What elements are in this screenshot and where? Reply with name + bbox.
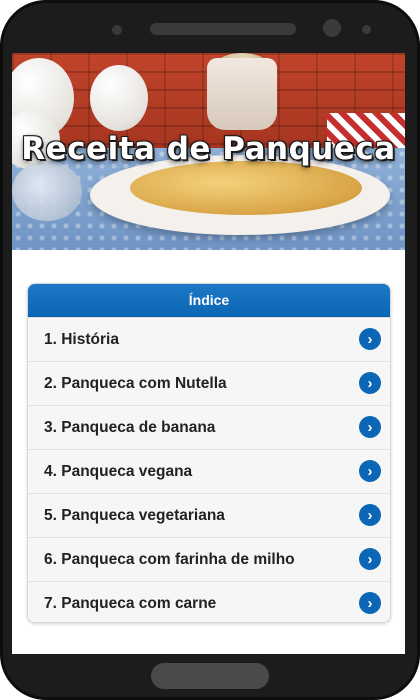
flour-bowl	[12, 161, 82, 221]
index-list: Índice 1. História › 2. Panqueca com Nut…	[27, 283, 391, 623]
pancake-stack	[130, 161, 362, 215]
front-camera	[323, 19, 341, 37]
list-item-label: 1. História	[44, 330, 119, 348]
egg	[90, 65, 148, 131]
list-item-farinha-de-milho[interactable]: 6. Panqueca com farinha de milho ›	[28, 537, 390, 581]
banner-image: Receita de Panqueca	[12, 53, 405, 250]
list-item-historia[interactable]: 1. História ›	[28, 317, 390, 361]
list-item-carne[interactable]: 7. Panqueca com carne ›	[28, 581, 390, 622]
index-header: Índice	[28, 284, 390, 317]
list-item-label: 2. Panqueca com Nutella	[44, 374, 227, 392]
chevron-right-circle-icon: ›	[359, 416, 381, 438]
list-item-nutella[interactable]: 2. Panqueca com Nutella ›	[28, 361, 390, 405]
chevron-right-circle-icon: ›	[359, 592, 381, 614]
home-button[interactable]	[151, 663, 269, 689]
banner-title: Receita de Panqueca	[21, 131, 396, 167]
chevron-right-circle-icon: ›	[359, 548, 381, 570]
chevron-right-circle-icon: ›	[359, 460, 381, 482]
list-item-label: 7. Panqueca com carne	[44, 594, 217, 612]
list-item-label: 6. Panqueca com farinha de milho	[44, 550, 295, 568]
earpiece-speaker	[150, 23, 296, 35]
list-item-label: 5. Panqueca vegetariana	[44, 506, 225, 524]
phone-frame: Receita de Panqueca Índice 1. História ›…	[0, 0, 420, 700]
list-item-banana[interactable]: 3. Panqueca de banana ›	[28, 405, 390, 449]
front-sensor-dot	[112, 25, 122, 35]
app-screen: Receita de Panqueca Índice 1. História ›…	[12, 53, 405, 654]
proximity-sensor	[362, 25, 371, 34]
list-item-vegana[interactable]: 4. Panqueca vegana ›	[28, 449, 390, 493]
chevron-right-circle-icon: ›	[359, 328, 381, 350]
chevron-right-circle-icon: ›	[359, 504, 381, 526]
chevron-right-circle-icon: ›	[359, 372, 381, 394]
list-item-vegetariana[interactable]: 5. Panqueca vegetariana ›	[28, 493, 390, 537]
list-item-label: 3. Panqueca de banana	[44, 418, 216, 436]
list-item-label: 4. Panqueca vegana	[44, 462, 193, 480]
flower-pot	[207, 58, 277, 130]
